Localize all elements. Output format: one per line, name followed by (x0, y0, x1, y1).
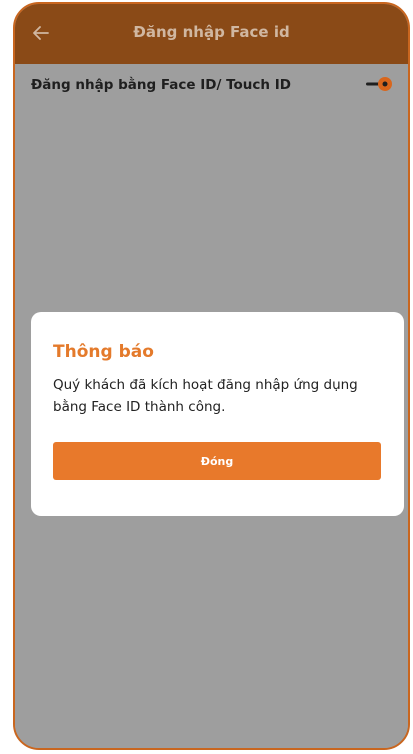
dialog-message: Quý khách đã kích hoạt đăng nhập ứng dụn… (53, 377, 358, 415)
face-id-setting-row: Đăng nhập bằng Face ID/ Touch ID (15, 64, 408, 106)
face-id-toggle[interactable] (366, 75, 394, 93)
page-title: Đăng nhập Face id (133, 23, 290, 41)
app-header: Đăng nhập Face id (15, 4, 408, 64)
face-id-setting-label: Đăng nhập bằng Face ID/ Touch ID (31, 77, 291, 93)
success-dialog: Thông báo Quý khách đã kích hoạt đăng nh… (31, 312, 404, 516)
close-button[interactable]: Đóng (53, 442, 381, 480)
dialog-title: Thông báo (53, 342, 154, 362)
